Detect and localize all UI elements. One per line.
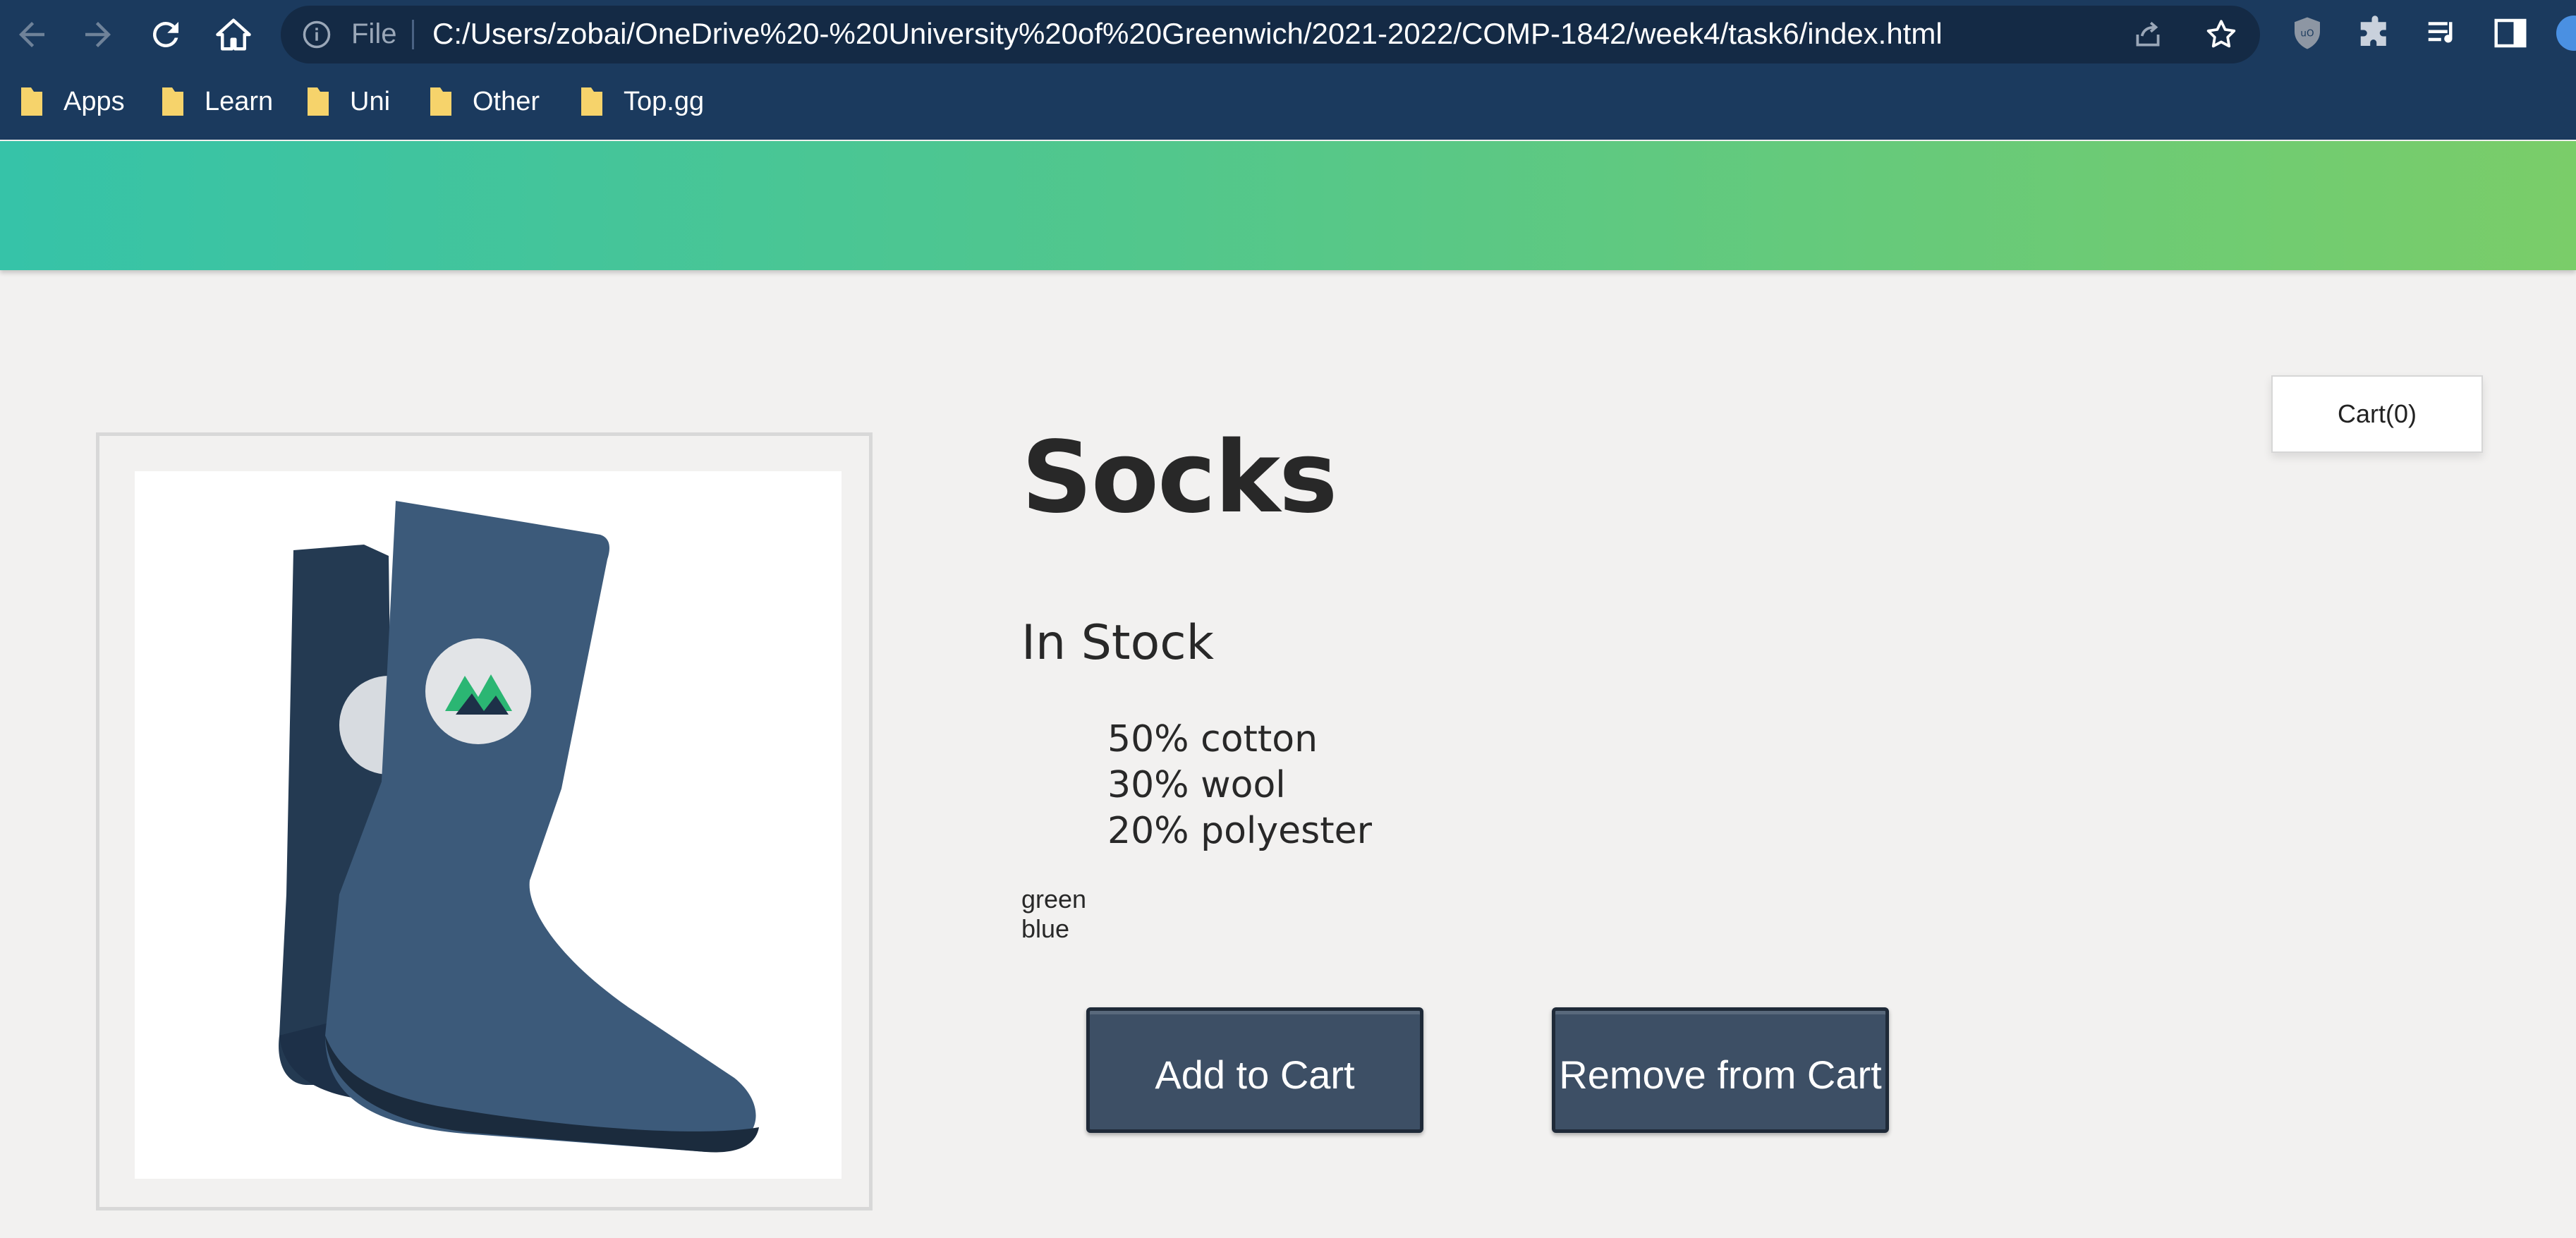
variant-green[interactable]: green bbox=[1021, 885, 1086, 914]
url-text[interactable]: C:/Users/zobai/OneDrive%20-%20University… bbox=[432, 17, 1943, 51]
forward-button[interactable] bbox=[73, 10, 123, 59]
stock-status: In Stock bbox=[1021, 615, 1214, 671]
reload-button[interactable] bbox=[141, 10, 190, 59]
bookmark-label: Apps bbox=[63, 86, 125, 116]
cart-counter: Cart(0) bbox=[2271, 375, 2483, 453]
browser-toolbar: File C:/Users/zobai/OneDrive%20-%20Unive… bbox=[0, 0, 2576, 69]
variant-blue[interactable]: blue bbox=[1021, 914, 1086, 944]
back-icon bbox=[19, 22, 44, 47]
bookmark-uni[interactable]: Uni bbox=[306, 79, 390, 124]
bookmarks-bar: Apps Learn Uni Other Top.gg bbox=[0, 79, 2576, 124]
folder-icon bbox=[581, 87, 602, 116]
star-icon[interactable] bbox=[2204, 17, 2239, 52]
product-image bbox=[135, 471, 842, 1179]
detail-item: 20% polyester bbox=[1107, 810, 1372, 852]
browser-chrome: File C:/Users/zobai/OneDrive%20-%20Unive… bbox=[0, 0, 2576, 140]
reload-icon bbox=[152, 21, 178, 47]
media-queue-icon[interactable] bbox=[2424, 14, 2462, 52]
product-title: Socks bbox=[1021, 420, 1337, 535]
nav-banner bbox=[0, 141, 2576, 270]
bookmark-label: Other bbox=[473, 86, 540, 116]
bookmark-apps[interactable]: Apps bbox=[20, 79, 125, 124]
detail-item: 30% wool bbox=[1107, 764, 1286, 806]
variant-list: green blue bbox=[1021, 885, 1086, 944]
address-bar[interactable]: File C:/Users/zobai/OneDrive%20-%20Unive… bbox=[281, 6, 2260, 63]
svg-text:uO: uO bbox=[2300, 28, 2314, 40]
product-details-list: 50% cotton 30% wool 20% polyester bbox=[1107, 717, 1372, 854]
bookmark-learn[interactable]: Learn bbox=[161, 79, 273, 124]
detail-item: 50% cotton bbox=[1107, 718, 1318, 760]
profile-avatar[interactable] bbox=[2556, 16, 2576, 51]
folder-icon bbox=[430, 87, 451, 116]
side-panel-icon[interactable] bbox=[2491, 14, 2529, 52]
remove-from-cart-button[interactable]: Remove from Cart bbox=[1552, 1007, 1889, 1133]
home-icon bbox=[216, 18, 251, 51]
puzzle-icon[interactable] bbox=[2356, 14, 2394, 52]
bookmark-label: Learn bbox=[205, 86, 274, 116]
omnibox-divider bbox=[412, 20, 414, 49]
folder-icon bbox=[162, 87, 183, 116]
bookmark-label: Top.gg bbox=[624, 86, 705, 116]
back-button[interactable] bbox=[7, 10, 56, 59]
ublock-icon[interactable]: uO bbox=[2288, 14, 2326, 52]
bookmark-label: Uni bbox=[350, 86, 391, 116]
forward-icon bbox=[85, 22, 111, 47]
info-icon[interactable] bbox=[302, 20, 332, 49]
bookmark-topgg[interactable]: Top.gg bbox=[580, 79, 704, 124]
share-icon[interactable] bbox=[2130, 17, 2165, 52]
product-image-frame bbox=[96, 432, 873, 1210]
file-scheme-label: File bbox=[351, 18, 397, 49]
bookmark-other[interactable]: Other bbox=[429, 79, 540, 124]
folder-icon bbox=[308, 87, 329, 116]
socks-image bbox=[279, 501, 759, 1153]
folder-icon bbox=[21, 87, 42, 116]
add-to-cart-button[interactable]: Add to Cart bbox=[1086, 1007, 1423, 1133]
home-button[interactable] bbox=[209, 10, 258, 59]
